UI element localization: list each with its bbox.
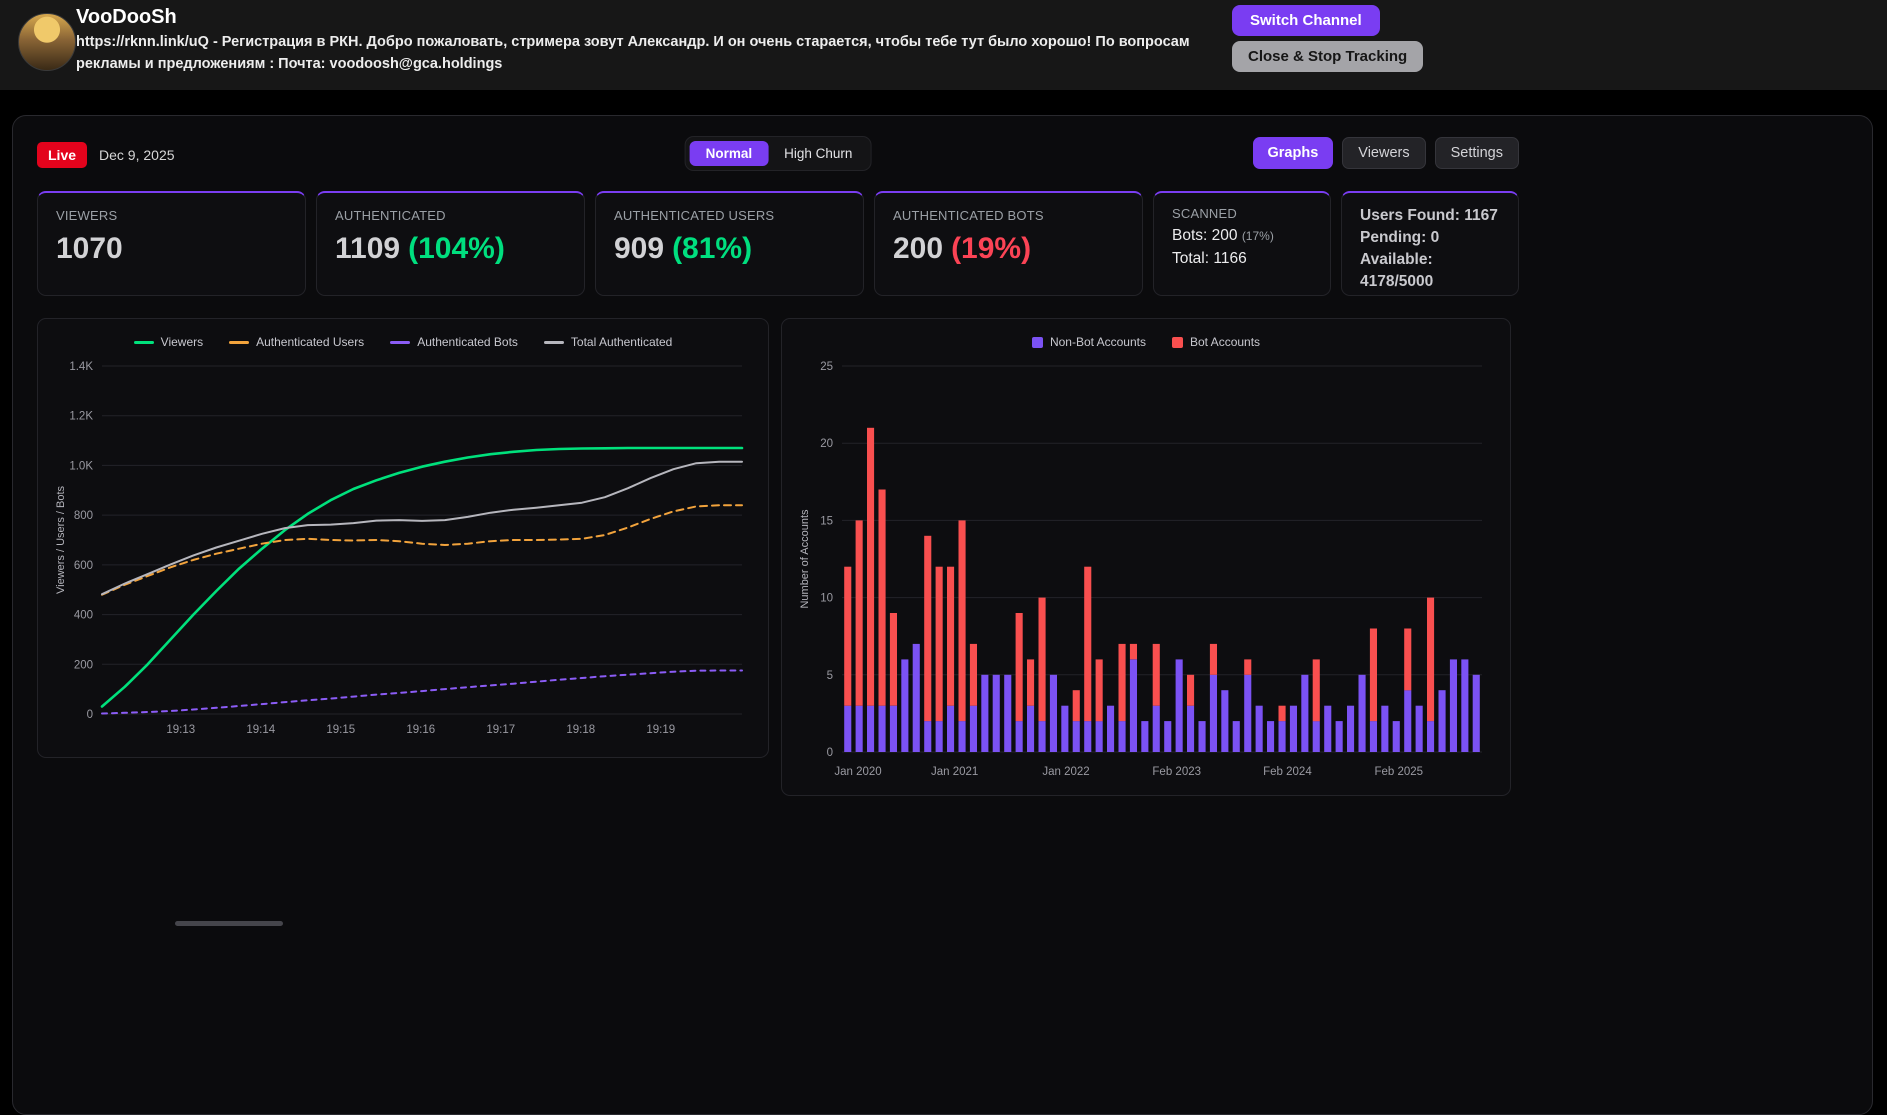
svg-text:10: 10 [820,593,833,605]
channel-name: VooDooSh [76,6,177,28]
charts-row: Viewers Authenticated Users Authenticated … [37,318,1872,796]
stat-value: 200 [893,232,944,265]
stat-label: SCANNED [1172,206,1237,221]
svg-text:1.0K: 1.0K [69,460,93,472]
close-stop-tracking-button[interactable]: Close & Stop Tracking [1232,41,1424,72]
svg-text:Feb 2023: Feb 2023 [1152,766,1201,778]
scanned-total: Total: 1166 [1172,250,1247,268]
legend-swatch [1031,336,1043,348]
bar-chart: 0 5 10 15 20 25 Jan 2020 Jan 2021 Jan 2022 Feb 20… [799,361,1482,778]
line-chart-legend: Viewers Authenticated Users Authenticated … [52,330,754,354]
svg-text:25: 25 [820,361,833,373]
svg-text:19:14: 19:14 [246,724,275,736]
line-chart: 0 200 400 600 800 1.0K 1.2K 1.4K 19:13 19:14 19:15… [55,361,744,736]
legend-item-non-bot-accounts: Non-Bot Accounts [1031,335,1146,349]
svg-text:19:18: 19:18 [566,724,595,736]
svg-text:20: 20 [820,438,833,450]
stat-card-scanned: SCANNED Bots: 200 (17%) Total: 1166 [1153,191,1331,296]
bar-chart-legend: Non-Bot Accounts Bot Accounts [796,330,1496,354]
available-value: 4178/5000 [1360,273,1434,290]
stats-row: VIEWERS 1070 AUTHENTICATED 1109 (104%) AU… [37,191,1519,296]
stat-label: AUTHENTICATED [335,208,446,223]
legend-swatch [133,340,154,344]
channel-description: https://rknn.link/uQ - Регистрация в РКН… [76,34,1190,72]
svg-text:600: 600 [74,560,93,572]
stat-card-authenticated-users: AUTHENTICATED USERS 909 (81%) [595,191,864,296]
stat-percent: (104%) [408,232,505,265]
mode-toggle: Normal High Churn [684,136,872,171]
stat-value: 909 [614,232,665,265]
stat-percent: (81%) [672,232,753,265]
legend-item-authenticated-users: Authenticated Users [229,335,364,349]
tab-settings[interactable]: Settings [1434,137,1519,169]
stat-card-capacity: Users Found: 1167 Pending: 0 Available: … [1341,191,1519,296]
date-label: Dec 9, 2025 [99,147,175,163]
svg-text:Jan 2022: Jan 2022 [1042,766,1089,778]
line-chart-card: Viewers Authenticated Users Authenticated … [37,318,769,758]
stat-percent: (19%) [951,232,1032,265]
panel-toolbar: Live Dec 9, 2025 Normal High Churn Graph… [37,136,1519,171]
channel-info: VooDooSh https://rknn.link/uQ - Регистра… [76,6,1211,76]
legend-item-total-authenticated: Total Authenticated [543,335,672,349]
svg-text:19:13: 19:13 [166,724,195,736]
svg-text:Viewers / Users / Bots: Viewers / Users / Bots [55,486,67,594]
available-label: Available: [1360,251,1433,268]
bar-chart-card: Non-Bot Accounts Bot Accounts 0 5 10 15 20 25 J… [781,318,1511,796]
stat-label: VIEWERS [56,208,118,223]
svg-text:5: 5 [827,670,833,682]
svg-text:400: 400 [74,610,93,622]
svg-text:1.4K: 1.4K [69,361,93,373]
legend-item-authenticated-bots: Authenticated Bots [390,335,518,349]
legend-swatch [1172,336,1183,348]
legend-swatch [390,340,411,344]
stat-label: AUTHENTICATED USERS [614,208,775,223]
svg-text:Jan 2020: Jan 2020 [834,766,881,778]
legend-swatch [543,340,564,344]
svg-text:Feb 2025: Feb 2025 [1374,766,1423,778]
stat-card-authenticated: AUTHENTICATED 1109 (104%) [316,191,585,296]
legend-swatch [229,340,250,344]
svg-text:0: 0 [87,709,93,721]
svg-text:Number of Accounts: Number of Accounts [799,509,811,609]
svg-text:200: 200 [74,659,93,671]
legend-item-viewers: Viewers [133,335,203,349]
scanned-bots-percent: (17%) [1241,229,1274,243]
legend-item-bot-accounts: Bot Accounts [1172,335,1260,349]
stat-value: 1070 [56,232,123,265]
stat-label: AUTHENTICATED BOTS [893,208,1044,223]
live-badge: Live [37,142,88,168]
channel-avatar [18,13,76,71]
svg-text:800: 800 [74,510,93,522]
header-buttons: Switch Channel Close & Stop Tracking [1232,5,1424,72]
view-tabs: Graphs Viewers Settings [1252,137,1519,169]
svg-text:Jan 2021: Jan 2021 [931,766,978,778]
horizontal-scrollbar[interactable] [175,921,283,926]
users-found: Users Found: 1167 [1360,207,1498,224]
tab-graphs[interactable]: Graphs [1252,137,1334,169]
svg-text:19:17: 19:17 [486,724,515,736]
pending: Pending: 0 [1360,229,1440,246]
svg-text:19:15: 19:15 [326,724,355,736]
svg-text:19:16: 19:16 [406,724,435,736]
stat-value: 1109 [335,232,401,265]
stat-card-viewers: VIEWERS 1070 [37,191,306,296]
mode-normal-option[interactable]: Normal [689,141,769,166]
mode-high-churn-option[interactable]: High Churn [770,141,866,166]
scanned-bots: Bots: 200 [1172,227,1238,244]
svg-text:0: 0 [827,747,833,759]
tab-viewers[interactable]: Viewers [1342,137,1426,169]
svg-text:19:19: 19:19 [646,724,675,736]
switch-channel-button[interactable]: Switch Channel [1232,5,1380,36]
svg-text:1.2K: 1.2K [69,411,93,423]
stat-card-authenticated-bots: AUTHENTICATED BOTS 200 (19%) [874,191,1143,296]
svg-text:Feb 2024: Feb 2024 [1263,766,1312,778]
channel-header: VooDooSh https://rknn.link/uQ - Регистра… [0,0,1887,90]
tracking-panel: Live Dec 9, 2025 Normal High Churn Graph… [12,115,1873,1115]
svg-text:15: 15 [820,515,833,527]
